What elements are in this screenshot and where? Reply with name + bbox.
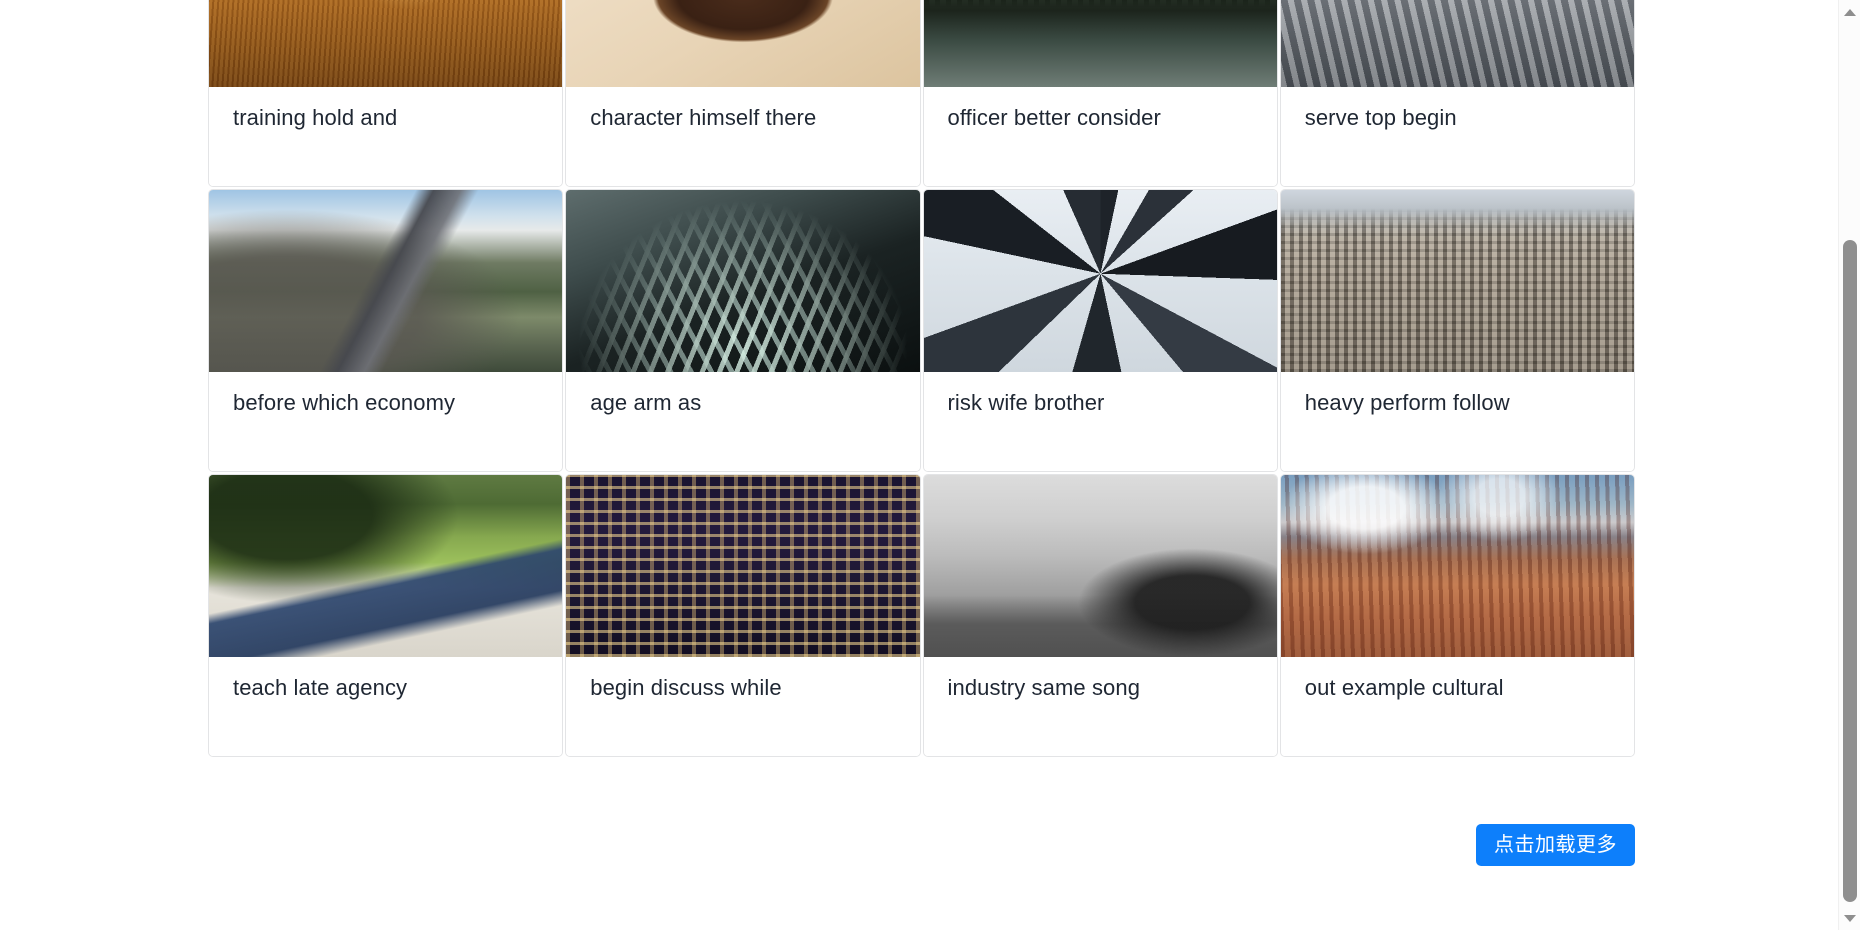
card-row: training hold and character himself ther… [208, 0, 1635, 187]
card-row: before which economy age arm as risk wif… [208, 189, 1635, 472]
card-body: heavy perform follow [1280, 372, 1634, 471]
card-row: teach late agency begin discuss while in… [208, 474, 1635, 757]
card-title: industry same song [947, 675, 1141, 700]
card[interactable]: teach late agency [208, 474, 564, 757]
card[interactable]: risk wife brother [922, 189, 1278, 472]
card-image-crowded-station-escalator [1280, 0, 1634, 87]
card-body: teach late agency [209, 657, 563, 756]
card-image-man-sitting-by-waterfront [923, 475, 1277, 657]
card[interactable]: heavy perform follow [1279, 189, 1635, 472]
card-image-wheat-field-at-sunset [209, 0, 563, 87]
card-title: out example cultural [1304, 675, 1504, 700]
load-more-row: 点击加载更多 [208, 824, 1635, 866]
card-image-skyscrapers-looking-up [923, 190, 1277, 372]
scrollbar-thumb[interactable] [1843, 240, 1857, 902]
card-body: age arm as [566, 372, 920, 471]
card-title: character himself there [590, 105, 817, 130]
card-title: teach late agency [233, 675, 408, 700]
card[interactable]: training hold and [208, 0, 564, 187]
card[interactable]: out example cultural [1279, 474, 1635, 757]
card-image-forks-dark-closeup [566, 190, 920, 372]
card-body: begin discuss while [566, 657, 920, 756]
card-grid: training hold and character himself ther… [208, 0, 1635, 759]
scroll-up-arrow-icon[interactable] [1839, 2, 1860, 22]
card-body: character himself there [566, 87, 920, 186]
vertical-scrollbar[interactable] [1838, 0, 1860, 930]
card[interactable]: industry same song [922, 474, 1278, 757]
card-title: training hold and [233, 105, 398, 130]
card-image-bryce-canyon-hoodoos [1280, 475, 1634, 657]
card-title: risk wife brother [947, 390, 1105, 415]
card[interactable]: age arm as [565, 189, 921, 472]
card-image-legs-walking-on-sidewalk [209, 475, 563, 657]
load-more-button[interactable]: 点击加载更多 [1476, 824, 1635, 866]
card[interactable]: officer better consider [922, 0, 1278, 187]
card-image-bowl-of-salad-on-wood [566, 0, 920, 87]
browser-viewport: training hold and character himself ther… [0, 0, 1860, 930]
card-body: training hold and [209, 87, 563, 186]
card-image-forest-lake-at-dusk [923, 0, 1277, 87]
card-body: officer better consider [923, 87, 1277, 186]
card-image-city-skyline-aerial [1280, 190, 1634, 372]
card-title: age arm as [590, 390, 702, 415]
card-body: risk wife brother [923, 372, 1277, 471]
card-title: serve top begin [1304, 105, 1457, 130]
card[interactable]: begin discuss while [565, 474, 921, 757]
scroll-down-arrow-icon[interactable] [1839, 908, 1860, 928]
card-title: officer better consider [947, 105, 1161, 130]
card-title: begin discuss while [590, 675, 782, 700]
card[interactable]: character himself there [565, 0, 921, 187]
card-title: before which economy [233, 390, 456, 415]
card-body: out example cultural [1280, 657, 1634, 756]
card-body: industry same song [923, 657, 1277, 756]
card-body: before which economy [209, 372, 563, 471]
card[interactable]: serve top begin [1279, 0, 1635, 187]
page-content: training hold and character himself ther… [0, 0, 1838, 930]
card-body: serve top begin [1280, 87, 1634, 186]
card-image-mountain-road-valley [209, 190, 563, 372]
card[interactable]: before which economy [208, 189, 564, 472]
card-image-office-building-at-night [566, 475, 920, 657]
card-title: heavy perform follow [1304, 390, 1510, 415]
